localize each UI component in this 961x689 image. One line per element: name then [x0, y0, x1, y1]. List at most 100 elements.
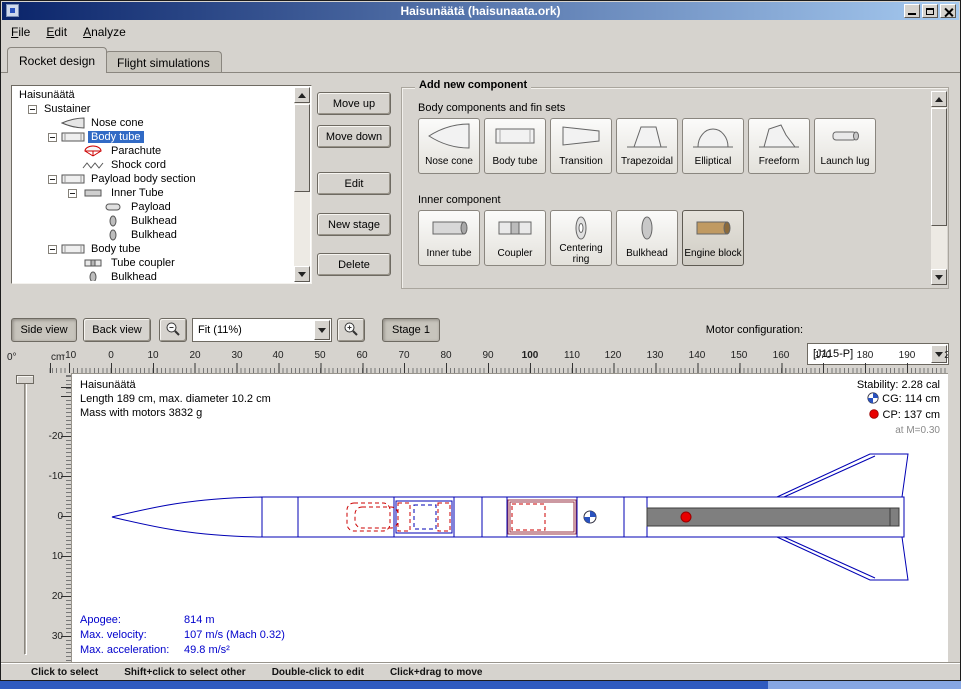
- tree-item-payload-body-section[interactable]: Payload body section: [14, 172, 293, 186]
- expander-icon[interactable]: [68, 189, 81, 198]
- zoom-out-button[interactable]: [159, 318, 187, 342]
- close-button[interactable]: [940, 4, 956, 18]
- menu-file[interactable]: File: [3, 23, 38, 41]
- scrollbar-thumb[interactable]: [931, 108, 947, 226]
- tree-item-payload[interactable]: Payload: [14, 200, 293, 214]
- rocket-canvas[interactable]: Haisunäätä Length 189 cm, max. diameter …: [71, 373, 948, 662]
- tree-item-body-tube-2[interactable]: Body tube: [14, 242, 293, 256]
- scroll-up-button[interactable]: [931, 91, 947, 107]
- scrollbar-thumb[interactable]: [294, 104, 310, 192]
- add-freeform-fin-button[interactable]: Freeform: [748, 118, 810, 174]
- tube-coupler-shape[interactable]: [508, 500, 576, 534]
- move-up-button[interactable]: Move up: [317, 92, 391, 115]
- tree-item-rocket[interactable]: Haisunäätä: [14, 88, 293, 102]
- payload-shape[interactable]: [414, 505, 436, 529]
- scroll-up-button[interactable]: [294, 87, 310, 103]
- expander-icon[interactable]: [48, 175, 61, 184]
- menu-analyze[interactable]: Analyze: [75, 23, 134, 41]
- max-velocity-label: Max. velocity:: [80, 628, 184, 643]
- add-nose-cone-button[interactable]: Nose cone: [418, 118, 480, 174]
- delete-button[interactable]: Delete: [317, 253, 391, 276]
- rotation-angle-label: 0°: [7, 352, 17, 363]
- ruler-label: 170: [815, 350, 832, 361]
- payload-inner-tube-shape[interactable]: [396, 501, 452, 533]
- bulkhead-shape[interactable]: [398, 503, 410, 531]
- tree-item-inner-tube[interactable]: Inner Tube: [14, 186, 293, 200]
- tree-item-parachute[interactable]: Parachute: [14, 144, 293, 158]
- coupler-icon: [493, 212, 537, 244]
- add-component-panel: Body components and fin sets Nose cone B…: [401, 87, 949, 289]
- ruler-label: 2: [944, 350, 948, 361]
- mach-note: at M=0.30: [857, 424, 940, 438]
- add-trapezoidal-fin-button[interactable]: Trapezoidal: [616, 118, 678, 174]
- ruler-label: 30: [231, 350, 242, 361]
- tree-scrollbar[interactable]: [294, 87, 310, 282]
- move-down-button[interactable]: Move down: [317, 125, 391, 148]
- scroll-down-button[interactable]: [931, 269, 947, 285]
- zoom-out-icon: [164, 320, 182, 341]
- ruler-label: 0: [108, 350, 114, 361]
- transition-icon: [559, 120, 603, 152]
- stability-block: Stability: 2.28 cal CG: 114 cm CP: 137 c…: [857, 378, 940, 438]
- hint-click-select: Click to select: [31, 667, 98, 678]
- tree-item-nose-cone[interactable]: Nose cone: [14, 116, 293, 130]
- rotation-slider-handle[interactable]: [16, 375, 34, 384]
- add-transition-button[interactable]: Transition: [550, 118, 612, 174]
- add-coupler-button[interactable]: Coupler: [484, 210, 546, 266]
- tab-flight-simulations[interactable]: Flight simulations: [105, 51, 222, 73]
- bulkhead-shape[interactable]: [438, 503, 450, 531]
- ruler-label: 190: [899, 350, 916, 361]
- vertical-ruler: -20 -10 0 10 20 30: [45, 373, 71, 662]
- expander-icon[interactable]: [28, 105, 41, 114]
- fin-bottom-shape[interactable]: [777, 537, 908, 580]
- add-elliptical-fin-button[interactable]: Elliptical: [682, 118, 744, 174]
- nose-cone-icon: [427, 120, 471, 152]
- add-bulkhead-button[interactable]: Bulkhead: [616, 210, 678, 266]
- add-launch-lug-button[interactable]: Launch lug: [814, 118, 876, 174]
- menu-edit[interactable]: Edit: [38, 23, 75, 41]
- tree-item-bulkhead-3[interactable]: Bulkhead: [14, 270, 293, 281]
- zoom-level-select[interactable]: Fit (11%): [192, 318, 332, 342]
- minimize-button[interactable]: [904, 4, 920, 18]
- expander-icon[interactable]: [48, 133, 61, 142]
- title-bar[interactable]: Haisunäätä (haisunaata.ork): [2, 2, 959, 20]
- tube-coupler-icon: [81, 257, 108, 269]
- zoom-in-button[interactable]: [337, 318, 365, 342]
- scroll-down-button[interactable]: [294, 266, 310, 282]
- new-stage-button[interactable]: New stage: [317, 213, 391, 236]
- tree-item-bulkhead-1[interactable]: Bulkhead: [14, 214, 293, 228]
- tree-item-bulkhead-2[interactable]: Bulkhead: [14, 228, 293, 242]
- tab-rocket-design[interactable]: Rocket design: [7, 47, 107, 73]
- tree-item-shock-cord[interactable]: Shock cord: [14, 158, 293, 172]
- rocket-mass: Mass with motors 3832 g: [80, 406, 271, 420]
- apogee-label: Apogee:: [80, 613, 184, 628]
- rotation-slider-track[interactable]: [24, 379, 27, 655]
- cp-marker: [681, 512, 691, 522]
- back-view-button[interactable]: Back view: [83, 318, 151, 342]
- tree-item-tube-coupler[interactable]: Tube coupler: [14, 256, 293, 270]
- edit-button[interactable]: Edit: [317, 172, 391, 195]
- launch-lug-icon: [823, 120, 867, 152]
- nose-cone-shape[interactable]: [112, 497, 262, 537]
- inner-component-label: Inner component: [418, 194, 501, 206]
- add-engine-block-button[interactable]: Engine block: [682, 210, 744, 266]
- dropdown-arrow-button[interactable]: [314, 320, 330, 340]
- ruler-label: 80: [440, 350, 451, 361]
- tree-item-sustainer[interactable]: Sustainer: [14, 102, 293, 116]
- add-centering-ring-button[interactable]: Centering ring: [550, 210, 612, 266]
- add-panel-scrollbar[interactable]: [931, 91, 947, 285]
- expander-icon[interactable]: [48, 245, 61, 254]
- arrow-down-icon: [935, 275, 943, 284]
- stage-1-toggle[interactable]: Stage 1: [382, 318, 440, 342]
- tree-item-body-tube[interactable]: Body tube: [14, 130, 293, 144]
- side-view-button[interactable]: Side view: [11, 318, 77, 342]
- add-inner-tube-button[interactable]: Inner tube: [418, 210, 480, 266]
- trapezoidal-fin-icon: [625, 120, 669, 152]
- screen: Haisunäätä (haisunaata.ork) File Edit An…: [0, 0, 961, 689]
- fin-top-shape[interactable]: [777, 454, 908, 497]
- shock-cord-shape[interactable]: [355, 507, 398, 528]
- add-body-tube-button[interactable]: Body tube: [484, 118, 546, 174]
- cg-marker: [584, 511, 596, 523]
- maximize-button[interactable]: [922, 4, 938, 18]
- bulkhead-shape[interactable]: [512, 504, 545, 530]
